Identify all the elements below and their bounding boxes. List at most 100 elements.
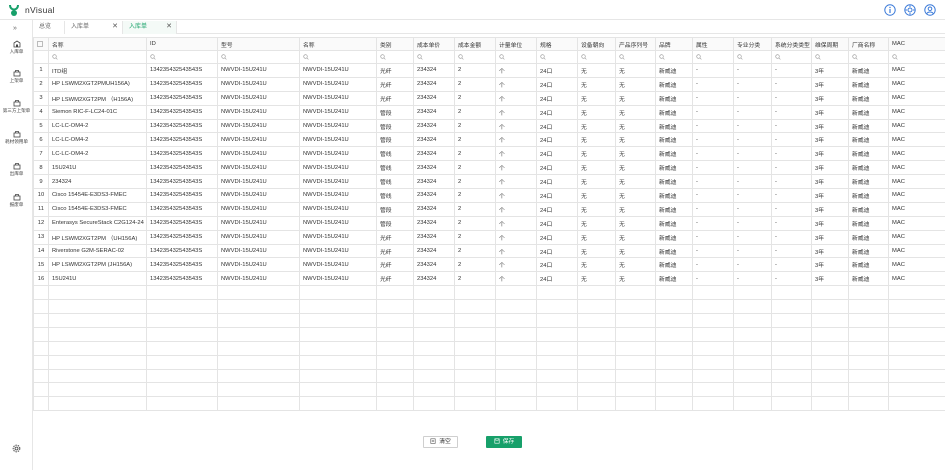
column-filter[interactable]	[536, 50, 578, 64]
column-filter[interactable]	[299, 50, 377, 64]
column-header[interactable]: MAC	[888, 37, 945, 51]
close-icon[interactable]: ✕	[166, 21, 172, 33]
table-row[interactable]: 8 15U241U 134235432543543S NWVDI-15U241U NWV…	[33, 160, 945, 176]
close-icon[interactable]: ✕	[112, 21, 118, 33]
empty-cell	[454, 368, 496, 384]
table-cell: 光纤	[376, 257, 414, 273]
column-header[interactable]: 型号	[217, 37, 300, 51]
empty-cell	[217, 368, 300, 384]
table-cell: Cisco 15454E-E3DS3-FMEC	[48, 188, 147, 203]
table-cell: -	[692, 146, 734, 162]
column-header[interactable]: 成本金额	[454, 37, 496, 51]
table-cell: 234324	[413, 76, 455, 92]
table-cell: NWVDI-15U241U	[299, 146, 377, 162]
scrap-icon	[13, 194, 20, 201]
table-cell: 新威迪	[655, 229, 693, 245]
table-row[interactable]: 13 HP LSWM2XGT2PM （UH156A) 134235432543543…	[33, 229, 945, 245]
sidebar-item-shelving[interactable]: 上架单	[0, 69, 33, 84]
tab-inbound-1[interactable]: 入库单 ✕	[65, 21, 123, 34]
tab-bar: 总览 入库单 ✕ 入库单 ✕	[33, 20, 945, 34]
column-header[interactable]: 厂商名称	[848, 37, 889, 51]
clear-button[interactable]: 清空	[423, 436, 458, 448]
column-header[interactable]: 成本单价	[413, 37, 455, 51]
sidebar-item-third-party[interactable]: 第三方上架单	[0, 99, 33, 114]
empty-cell	[146, 396, 218, 412]
sidebar-item-consumables[interactable]: 耗材领用单	[0, 130, 33, 145]
column-filter[interactable]	[888, 50, 945, 64]
table-row[interactable]: 9 234324 134235432543543S NWVDI-15U241U NWVD…	[33, 174, 945, 190]
table-row[interactable]: 14 Riverstone G2M-SERAC-02 134235432543543…	[33, 243, 945, 259]
table-cell: -	[771, 76, 812, 92]
sidebar-item-scrap[interactable]: 报废单	[0, 193, 33, 208]
table-row[interactable]: 1 ITD组 134235432543543S NWVDI-15U241U NWVDI-…	[33, 63, 945, 78]
empty-cell	[692, 326, 734, 342]
select-all-checkbox[interactable]	[37, 40, 43, 47]
collapse-toggle-icon[interactable]: »	[13, 25, 17, 32]
column-header[interactable]: 维保周期	[811, 37, 849, 51]
table-cell: 新威迪	[848, 257, 889, 273]
column-filter[interactable]	[615, 50, 656, 64]
column-header[interactable]: 设备朝向	[577, 37, 616, 51]
column-filter[interactable]	[48, 50, 147, 64]
column-header[interactable]: 类别	[376, 37, 414, 51]
table-row[interactable]: 11 Cisco 15454E-E3DS3-FMEC 134235432543543…	[33, 201, 945, 217]
column-filter[interactable]	[771, 50, 812, 64]
column-filter[interactable]	[577, 50, 616, 64]
table-cell: 3年	[811, 76, 849, 92]
tab-inbound-2[interactable]: 入库单 ✕	[123, 21, 177, 34]
sidebar-item-inbound[interactable]: 入库单	[0, 40, 33, 55]
empty-cell	[848, 313, 889, 328]
column-filter[interactable]	[217, 50, 300, 64]
column-filter[interactable]	[495, 50, 537, 64]
table-cell: 无	[577, 229, 616, 245]
empty-cell	[771, 326, 812, 342]
empty-cell	[299, 285, 377, 301]
column-header[interactable]: 计量单位	[495, 37, 537, 51]
empty-cell	[299, 354, 377, 370]
column-header[interactable]: 属性	[692, 37, 734, 51]
table-cell: 24口	[536, 146, 578, 162]
table-cell: -	[771, 188, 812, 203]
column-header[interactable]: 系统分类类型	[771, 37, 812, 51]
column-filter[interactable]	[376, 50, 414, 64]
empty-cell	[733, 313, 772, 328]
empty-cell	[48, 326, 147, 342]
select-all-cell[interactable]	[33, 37, 49, 51]
column-filter[interactable]	[655, 50, 693, 64]
empty-cell	[692, 313, 734, 328]
column-filter[interactable]	[413, 50, 455, 64]
column-filter[interactable]	[848, 50, 889, 64]
save-button[interactable]: 保存	[486, 436, 522, 448]
column-filter[interactable]	[733, 50, 772, 64]
column-header[interactable]: 规格	[536, 37, 578, 51]
table-row[interactable]: 10 Cisco 15454E-E3DS3-FMEC 134235432543543…	[33, 188, 945, 203]
column-header[interactable]: 品牌	[655, 37, 693, 51]
table-row[interactable]: 7 LC-LC-OM4-2 134235432543543S NWVDI-15U241…	[33, 146, 945, 162]
gear-icon[interactable]	[11, 443, 22, 454]
column-header[interactable]: 产品序列号	[615, 37, 656, 51]
column-header[interactable]: 名称	[299, 37, 377, 51]
table-row[interactable]: 12 Enterasys SecureStack C2G124-24 1342354…	[33, 215, 945, 231]
info-icon[interactable]	[884, 4, 896, 16]
table-row[interactable]: 15 HP LSWM2XGT2PM (JH156A) 134235432543543…	[33, 257, 945, 273]
table-row[interactable]: 5 LC-LC-OM4-2 134235432543543S NWVDI-15U241…	[33, 118, 945, 134]
column-header[interactable]: ID	[146, 37, 218, 51]
user-avatar-icon[interactable]	[924, 4, 936, 16]
column-filter[interactable]	[692, 50, 734, 64]
table-row[interactable]: 16 15U241U 134235432543543S NWVDI-15U241U NW…	[33, 271, 945, 287]
table-row[interactable]: 4 Siemon RIC-F-LC24-01C 134235432543543S NW…	[33, 104, 945, 120]
empty-cell	[577, 299, 616, 315]
table-row[interactable]: 6 LC-LC-OM4-2 134235432543543S NWVDI-15U241…	[33, 132, 945, 148]
settings-circle-icon[interactable]	[904, 4, 916, 16]
table-cell: -	[692, 271, 734, 287]
column-header[interactable]: 专业分类	[733, 37, 772, 51]
table-row[interactable]: 2 HP LSWM2XGT2PMUH156A) 134235432543543S NW…	[33, 76, 945, 92]
table-row[interactable]: 3 HP LSWM2XGT2PM （H156A) 134235432543543S N…	[33, 90, 945, 106]
table-cell: 无	[615, 118, 656, 134]
column-header[interactable]: 名称	[48, 37, 147, 51]
sidebar-item-outbound[interactable]: 出库单	[0, 162, 33, 177]
column-filter[interactable]	[146, 50, 218, 64]
tab-overview[interactable]: 总览	[33, 21, 65, 34]
column-filter[interactable]	[811, 50, 849, 64]
column-filter[interactable]	[454, 50, 496, 64]
